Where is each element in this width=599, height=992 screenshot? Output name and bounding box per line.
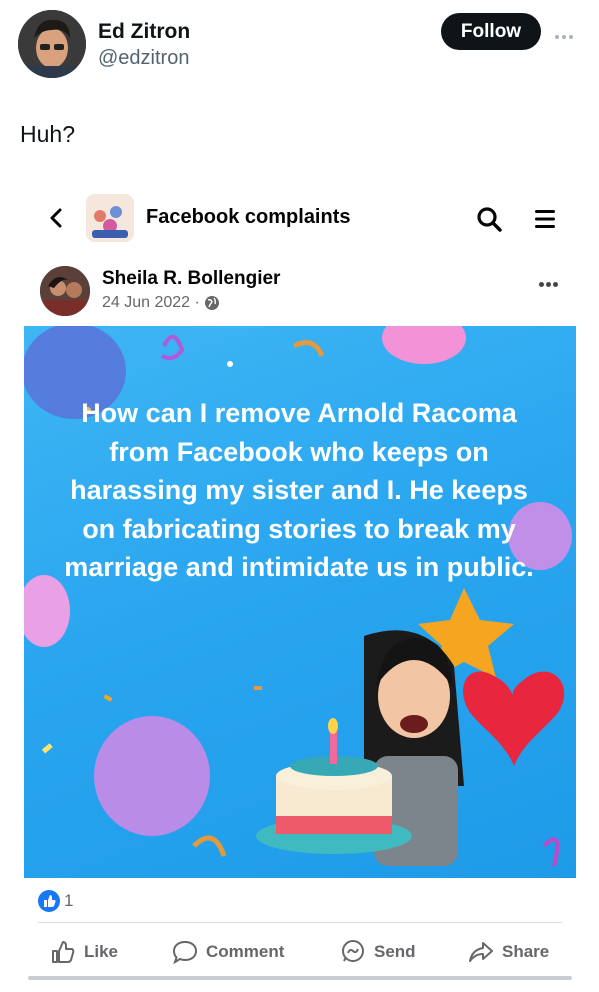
share-icon: [469, 942, 493, 962]
post-actions: Like Comment Send Share: [24, 932, 576, 972]
tweet-text: Huh?: [20, 121, 75, 147]
author-avatar[interactable]: [18, 10, 86, 78]
reactions-bar: 1: [24, 886, 576, 916]
poster-name: Sheila R. Bollengier: [102, 268, 281, 289]
bottom-bar: [28, 976, 572, 980]
author-handle[interactable]: @edzitron: [98, 47, 189, 70]
comment-label: Comment: [206, 942, 285, 961]
embedded-image[interactable]: Facebook complaints Sheila R. Bollengier…: [24, 190, 576, 980]
comment-button: Comment: [172, 938, 284, 966]
divider: [38, 922, 562, 923]
send-icon: [342, 940, 364, 962]
more-icon: [539, 274, 563, 287]
back-icon: [46, 206, 66, 230]
fb-group-header: Facebook complaints: [24, 190, 576, 248]
poster-avatar: [40, 266, 90, 316]
share-label: Share: [502, 942, 550, 961]
tweet-header: Ed Zitron @edzitron Follow: [0, 0, 599, 90]
like-reaction-icon: [38, 890, 60, 912]
send-button: Send: [340, 938, 416, 966]
group-thumbnail: [86, 194, 134, 242]
post-meta: 24 Jun 2022 ·: [102, 294, 220, 312]
like-icon: [52, 941, 75, 963]
post-header: Sheila R. Bollengier 24 Jun 2022 ·: [24, 260, 576, 320]
post-date: 24 Jun 2022 ·: [102, 294, 200, 311]
follow-button[interactable]: Follow: [441, 13, 541, 50]
send-label: Send: [374, 942, 416, 961]
post-image: How can I remove Arnold Racoma from Face…: [24, 326, 576, 878]
search-icon: [476, 206, 502, 232]
menu-icon: [534, 208, 556, 230]
like-count: 1: [64, 891, 74, 910]
post-image-text: How can I remove Arnold Racoma from Face…: [64, 398, 534, 582]
like-label: Like: [84, 942, 119, 961]
more-icon[interactable]: [555, 26, 581, 39]
like-button: Like: [50, 938, 118, 966]
comment-icon: [172, 940, 198, 965]
group-title: Facebook complaints: [146, 206, 351, 228]
share-button: Share: [468, 938, 549, 966]
author-name[interactable]: Ed Zitron: [98, 20, 190, 44]
globe-icon: [204, 295, 220, 311]
